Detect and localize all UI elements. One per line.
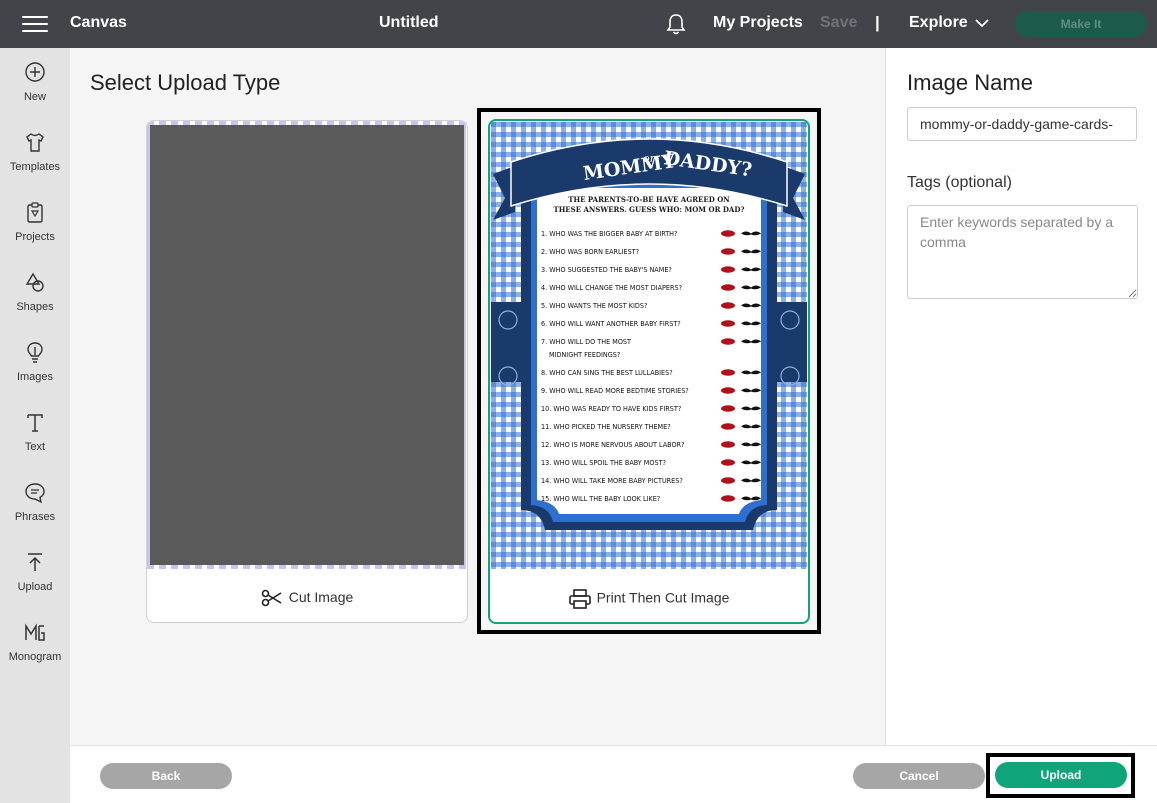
text-icon [27, 414, 43, 432]
sidebar-item-new[interactable]: New [0, 62, 70, 122]
flyer-preview: MOMMY or DADDY? THE PARENTS-TO-BE HAVE A… [491, 122, 807, 569]
lips-icon [721, 230, 735, 237]
lips-icon [721, 477, 735, 484]
hamburger-menu-icon[interactable] [22, 14, 48, 34]
sidebar-item-label: Phrases [14, 511, 56, 523]
left-sidebar: New Templates Projects Shapes Images Tex… [0, 48, 70, 803]
top-bar: Canvas Untitled My Projects Save | Explo… [0, 0, 1157, 48]
flyer-question: 3. WHO SUGGESTED THE BABY'S NAME? [541, 265, 672, 274]
explore-menu[interactable]: Explore [909, 14, 968, 32]
sidebar-item-label: Projects [15, 231, 55, 243]
sidebar-item-phrases[interactable]: Phrases [0, 482, 70, 542]
flyer-question: 10. WHO WAS READY TO HAVE KIDS FIRST? [541, 404, 681, 413]
sidebar-item-monogram[interactable]: Monogram [0, 622, 70, 682]
app-title: Canvas [70, 14, 127, 31]
back-button[interactable]: Back [100, 763, 232, 789]
chevron-down-icon[interactable] [975, 18, 989, 28]
sidebar-item-label: Shapes [16, 301, 54, 313]
cut-image-label: Cut Image [147, 589, 467, 607]
right-panel: Image Name Tags (optional) [885, 48, 1157, 745]
sidebar-item-label: Monogram [8, 651, 62, 663]
flyer-question-continued: MIDNIGHT FEEDINGS? [549, 350, 620, 359]
lips-icon [721, 248, 735, 255]
flyer-question: 13. WHO WILL SPOIL THE BABY MOST? [541, 458, 666, 467]
flyer-question: 5. WHO WANTS THE MOST KIDS? [541, 301, 647, 310]
my-projects-link[interactable]: My Projects [713, 14, 803, 32]
save-button[interactable]: Save [820, 14, 857, 32]
lips-icon [721, 369, 735, 376]
lips-icon [721, 284, 735, 291]
flyer-question: 2. WHO WAS BORN EARLIEST? [541, 247, 639, 256]
lightbulb-icon [27, 342, 43, 363]
lips-icon [721, 266, 735, 273]
flyer-subtitle-1: THE PARENTS-TO-BE HAVE AGREED ON [568, 195, 730, 204]
cut-image-preview [147, 121, 467, 569]
sidebar-item-label: New [23, 91, 46, 103]
printer-icon [568, 589, 591, 609]
flyer-question: 9. WHO WILL READ MORE BEDTIME STORIES? [541, 386, 689, 395]
sidebar-item-templates[interactable]: Templates [0, 132, 70, 192]
plus-circle-icon [25, 62, 45, 82]
bell-icon[interactable] [665, 12, 687, 36]
sidebar-item-projects[interactable]: Projects [0, 202, 70, 262]
cut-image-option[interactable]: Cut Image [146, 120, 468, 623]
clipboard-icon [27, 202, 43, 223]
lips-icon [721, 405, 735, 412]
scissors-icon [261, 589, 282, 607]
lips-icon [721, 320, 735, 327]
flyer-question: 15. WHO WILL THE BABY LOOK LIKE? [541, 494, 660, 503]
sidebar-item-label: Upload [17, 581, 53, 593]
tags-label: Tags (optional) [907, 174, 1012, 191]
sidebar-item-images[interactable]: Images [0, 342, 70, 402]
shirt-icon [26, 133, 44, 152]
print-then-cut-option[interactable]: MOMMY or DADDY? THE PARENTS-TO-BE HAVE A… [488, 119, 810, 624]
image-name-input[interactable] [907, 107, 1137, 141]
bottom-bar: Back Cancel Upload [70, 745, 1157, 803]
upload-button[interactable]: Upload [995, 762, 1127, 788]
sidebar-item-upload[interactable]: Upload [0, 552, 70, 612]
lips-icon [721, 302, 735, 309]
flyer-question: 14. WHO WILL TAKE MORE BABY PICTURES? [541, 476, 683, 485]
upload-icon [28, 553, 42, 571]
flyer-question: 7. WHO WILL DO THE MOST [541, 337, 631, 346]
lips-icon [721, 459, 735, 466]
sidebar-item-shapes[interactable]: Shapes [0, 272, 70, 332]
print-then-cut-label: Print Then Cut Image [490, 589, 808, 609]
make-it-button[interactable]: Make It [1015, 11, 1147, 37]
topbar-separator: | [875, 13, 880, 32]
lips-icon [721, 338, 735, 345]
image-name-label: Image Name [907, 70, 1033, 95]
sidebar-item-text[interactable]: Text [0, 412, 70, 472]
shapes-icon [25, 272, 44, 292]
flyer-title-or: or [643, 152, 656, 165]
flyer-question: 12. WHO IS MORE NERVOUS ABOUT LABOR? [541, 440, 684, 449]
sidebar-item-label: Images [16, 371, 54, 383]
flyer-question: 11. WHO PICKED THE NURSERY THEME? [541, 422, 671, 431]
flyer-question: 1. WHO WAS THE BIGGER BABY AT BIRTH? [541, 229, 677, 238]
monogram-icon [25, 623, 45, 641]
sidebar-item-label: Text [24, 441, 46, 453]
flyer-question: 8. WHO CAN SING THE BEST LULLABIES? [541, 368, 673, 377]
flyer-question: 4. WHO WILL CHANGE THE MOST DIAPERS? [541, 283, 682, 292]
lips-icon [721, 495, 735, 502]
flyer-question: 6. WHO WILL WANT ANOTHER BABY FIRST? [541, 319, 681, 328]
lips-icon [721, 387, 735, 394]
lips-icon [721, 441, 735, 448]
document-title[interactable]: Untitled [379, 14, 439, 32]
lips-icon [721, 423, 735, 430]
cancel-button[interactable]: Cancel [853, 763, 985, 789]
speech-bubble-icon [25, 483, 45, 504]
sidebar-item-label: Templates [9, 161, 61, 173]
page-title: Select Upload Type [90, 70, 281, 95]
tags-input[interactable] [907, 205, 1138, 299]
flyer-subtitle-2: THESE ANSWERS. GUESS WHO: MOM OR DAD? [553, 205, 744, 214]
